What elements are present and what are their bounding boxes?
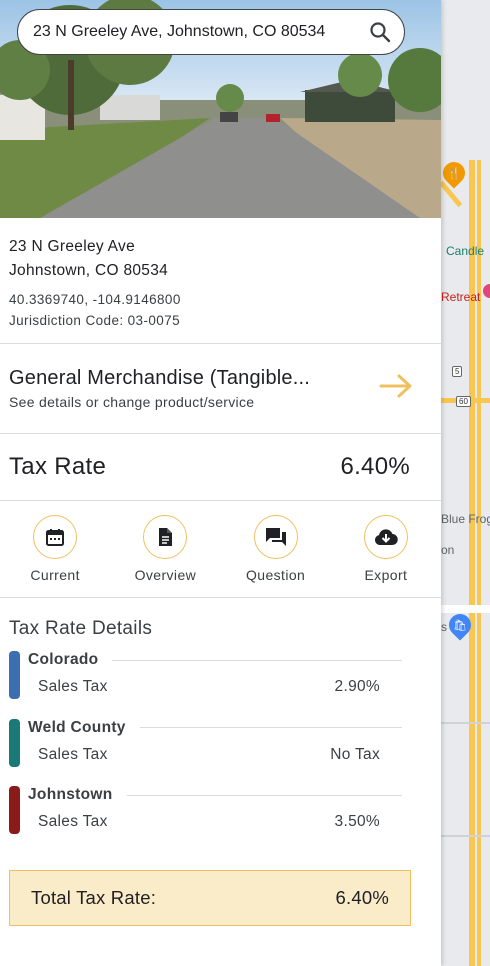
product-subtitle: See details or change product/service	[9, 394, 255, 410]
overview-button[interactable]: Overview	[110, 515, 220, 597]
total-label: Total Tax Rate:	[31, 887, 157, 908]
route-shield: 60	[456, 396, 471, 407]
map-road	[441, 835, 490, 837]
jurisdiction-name: Weld County	[28, 718, 126, 736]
current-icon-circle	[33, 515, 78, 559]
calendar-icon	[46, 529, 65, 546]
map-label: Retreat	[441, 290, 481, 304]
export-button[interactable]: Export	[331, 515, 441, 597]
jurisdiction-code: Jurisdiction Code: 03-0075	[9, 313, 180, 328]
street-address: 23 N Greeley Ave	[9, 238, 135, 255]
restaurant-pin-icon[interactable]: 🍴	[441, 157, 470, 189]
jurisdiction-row: Weld County Sales Tax No Tax	[9, 718, 432, 786]
export-icon-circle	[363, 515, 408, 559]
details-title: Tax Rate Details	[9, 618, 153, 639]
current-label: Current	[30, 567, 80, 583]
map-label: Blue Frog	[441, 512, 490, 526]
product-selector[interactable]: General Merchandise (Tangible... See det…	[0, 344, 441, 434]
map-label: s	[441, 620, 447, 634]
export-label: Export	[364, 567, 408, 583]
total-value: 6.40%	[335, 887, 389, 908]
tax-value: No Tax	[330, 745, 380, 763]
cloud-download-icon	[374, 529, 398, 546]
divider	[139, 727, 402, 728]
chat-icon	[265, 528, 286, 546]
tax-value: 3.50%	[334, 813, 380, 830]
map-label: on	[441, 543, 455, 557]
current-button[interactable]: Current	[0, 515, 110, 597]
jurisdiction-color-bar	[9, 651, 20, 699]
place-pin-icon[interactable]	[483, 284, 490, 298]
map-highway	[477, 160, 481, 966]
map-road	[441, 605, 490, 613]
map-highway	[469, 160, 475, 966]
product-title: General Merchandise (Tangible...	[9, 367, 310, 389]
location-info: 23 N Greeley Ave Johnstown, CO 80534 40.…	[0, 218, 441, 344]
address-search-input[interactable]	[33, 23, 353, 41]
action-bar: Current Overview Question Export	[0, 501, 441, 598]
map-view[interactable]: 🍴 Candle Retreat 5 60 Blue Frog on s 🛍	[441, 0, 490, 966]
map-label: Candle	[446, 244, 485, 258]
divider	[112, 659, 402, 661]
map-road	[441, 722, 490, 724]
jurisdiction-color-bar	[9, 718, 20, 767]
overview-label: Overview	[134, 567, 197, 583]
tax-rate-details: Tax Rate Details Colorado Sales Tax 2.90…	[0, 598, 441, 853]
tax-rate-value: 6.40%	[340, 453, 410, 480]
store-pin-icon[interactable]: 🛍	[444, 609, 476, 641]
jurisdiction-row: Colorado Sales Tax 2.90%	[9, 650, 432, 718]
jurisdiction-name: Colorado	[28, 651, 99, 668]
tax-rate-summary: Tax Rate 6.40%	[0, 434, 441, 501]
street-view-image[interactable]	[0, 0, 441, 218]
tax-type: Sales Tax	[38, 745, 108, 763]
tax-value: 2.90%	[334, 678, 380, 695]
overview-icon-circle	[143, 515, 188, 559]
side-panel: 23 N Greeley Ave Johnstown, CO 80534 40.…	[0, 0, 441, 966]
question-icon-circle	[253, 515, 298, 559]
jurisdiction-name: Johnstown	[28, 786, 113, 803]
tax-rate-label: Tax Rate	[9, 453, 107, 480]
document-icon	[159, 528, 173, 546]
tax-type: Sales Tax	[38, 678, 108, 695]
coordinates: 40.3369740, -104.9146800	[9, 292, 181, 307]
search-icon[interactable]	[368, 20, 392, 44]
jurisdiction-color-bar	[9, 786, 20, 834]
route-shield: 5	[452, 366, 463, 377]
city-state-zip: Johnstown, CO 80534	[9, 262, 169, 279]
search-box[interactable]	[17, 9, 405, 55]
question-button[interactable]: Question	[221, 515, 331, 597]
question-label: Question	[246, 567, 306, 583]
jurisdiction-row: Johnstown Sales Tax 3.50%	[9, 785, 432, 853]
divider	[126, 794, 402, 796]
tax-type: Sales Tax	[38, 813, 108, 830]
total-tax-rate-box: Total Tax Rate: 6.40%	[9, 870, 411, 926]
arrow-right-icon[interactable]	[379, 374, 413, 398]
